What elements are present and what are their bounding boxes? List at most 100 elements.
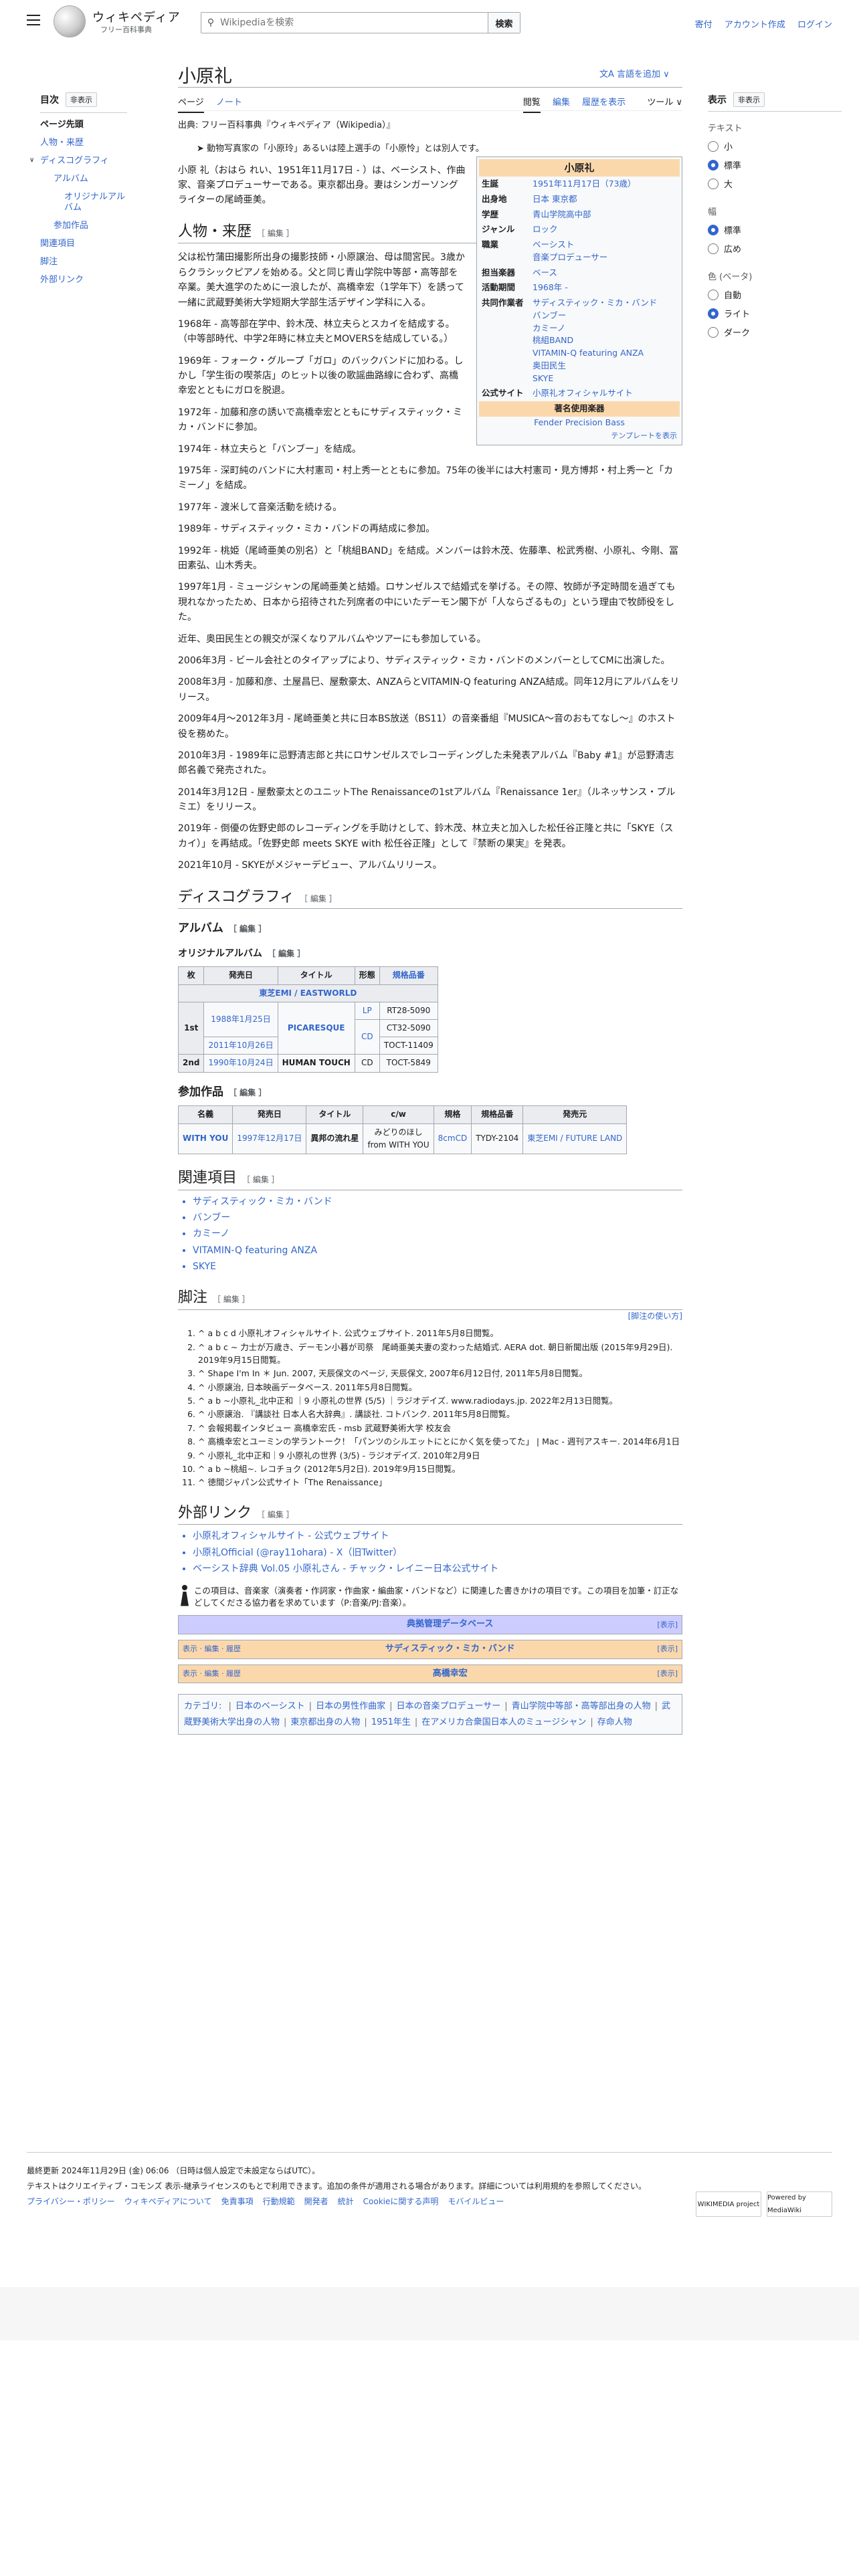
external-link[interactable]: 小原礼Official (@ray11ohara) - X（旧Twitter） bbox=[193, 1545, 682, 1560]
toc-item[interactable]: アルバム bbox=[40, 174, 127, 185]
related-link[interactable]: サディスティック・ミカ・バンド bbox=[193, 1194, 682, 1209]
infobox-value[interactable]: ロック bbox=[530, 222, 680, 237]
login-link[interactable]: ログイン bbox=[797, 20, 832, 30]
navbox-title[interactable]: 高橋幸宏 bbox=[243, 1667, 657, 1681]
tab-talk[interactable]: ノート bbox=[216, 98, 242, 108]
search-input[interactable] bbox=[220, 13, 488, 33]
language-button[interactable]: 文A 言語を追加 ∨ bbox=[599, 67, 670, 80]
category-link[interactable]: 東京都出身の人物 bbox=[290, 1717, 360, 1727]
template-link[interactable]: テンプレートを表示 bbox=[479, 429, 680, 443]
infobox-value[interactable]: 青山学院高中部 bbox=[530, 207, 680, 223]
toc-item[interactable]: オリジナルアルバム bbox=[40, 192, 127, 215]
related-link[interactable]: SKYE bbox=[193, 1259, 682, 1274]
toc-item[interactable]: 参加作品 bbox=[40, 221, 127, 232]
table-cell[interactable]: 1990年10月24日 bbox=[203, 1054, 278, 1073]
table-cell[interactable]: CD bbox=[354, 1018, 380, 1055]
radio-color-dark[interactable] bbox=[708, 326, 719, 338]
logo-title[interactable]: ウィキペディア bbox=[92, 8, 181, 25]
footer-link[interactable]: 統計 bbox=[338, 2197, 354, 2206]
create-account-link[interactable]: アカウント作成 bbox=[725, 20, 785, 30]
tab-edit[interactable]: 編集 bbox=[553, 98, 570, 108]
menu-icon[interactable] bbox=[27, 15, 40, 25]
toc-item[interactable]: 外部リンク bbox=[40, 275, 127, 286]
related-link[interactable]: VITAMIN-Q featuring ANZA bbox=[193, 1243, 682, 1258]
category-label[interactable]: カテゴリ: bbox=[184, 1701, 221, 1711]
radio-text-standard[interactable] bbox=[708, 159, 719, 171]
table-cell[interactable]: 8cmCD bbox=[433, 1123, 472, 1154]
category-link[interactable]: 日本の音楽プロデューサー bbox=[396, 1701, 500, 1711]
table-cell[interactable]: 1988年1月25日 bbox=[203, 1001, 278, 1038]
category-link[interactable]: 1951年生 bbox=[371, 1717, 411, 1727]
radio-text-large[interactable] bbox=[708, 178, 719, 189]
navbox-toggle[interactable]: [表示] bbox=[657, 1643, 678, 1655]
radio-text-small[interactable] bbox=[708, 140, 719, 152]
wikipedia-logo-icon[interactable] bbox=[54, 5, 86, 37]
toc-item[interactable]: ページ先頭 bbox=[40, 120, 127, 131]
related-link[interactable]: バンブー bbox=[193, 1210, 682, 1225]
search-button[interactable]: 検索 bbox=[488, 13, 520, 33]
tab-tools[interactable]: ツール ∨ bbox=[638, 98, 682, 108]
footer-link[interactable]: ウィキペディアについて bbox=[124, 2197, 212, 2206]
footer-link[interactable]: 開発者 bbox=[304, 2197, 328, 2206]
infobox-value[interactable]: 1968年 - bbox=[530, 280, 680, 296]
footer-link[interactable]: 免責事項 bbox=[221, 2197, 254, 2206]
infobox-instrument[interactable]: Fender Precision Bass bbox=[479, 417, 680, 429]
footer-link[interactable]: 行動規範 bbox=[263, 2197, 295, 2206]
edit-link[interactable]: ［ 編集 ］ bbox=[213, 1295, 250, 1304]
appearance-hide-button[interactable]: 非表示 bbox=[733, 92, 765, 107]
footer-link[interactable]: Cookieに関する声明 bbox=[363, 2197, 439, 2206]
external-link[interactable]: ベーシスト辞典 Vol.05 小原礼さん - チャック・レイニー日本公式サイト bbox=[193, 1562, 682, 1576]
toc-item[interactable]: 関連項目 bbox=[40, 239, 127, 250]
table-header[interactable]: 規格品番 bbox=[379, 966, 438, 985]
navbox-vte[interactable]: 表示 · 編集 · 履歴 bbox=[183, 1643, 243, 1655]
navbox-title[interactable]: サディスティック・ミカ・バンド bbox=[243, 1642, 657, 1656]
infobox-value[interactable]: 日本 東京都 bbox=[530, 192, 680, 207]
toc-hide-button[interactable]: 非表示 bbox=[66, 92, 97, 107]
footer-link[interactable]: モバイルビュー bbox=[448, 2197, 504, 2206]
edit-link[interactable]: ［ 編集 ］ bbox=[257, 229, 294, 238]
edit-link[interactable]: ［ 編集 ］ bbox=[242, 1175, 280, 1184]
category-link[interactable]: 日本の男性作曲家 bbox=[316, 1701, 385, 1711]
related-link[interactable]: カミーノ bbox=[193, 1226, 682, 1241]
tab-read[interactable]: 閲覧 bbox=[522, 98, 541, 113]
category-link[interactable]: 日本のベーシスト bbox=[235, 1701, 305, 1711]
navbox-toggle[interactable]: [表示] bbox=[657, 1619, 678, 1631]
table-cell[interactable]: WITH YOU bbox=[177, 1123, 233, 1154]
edit-link[interactable]: ［ 編集 ］ bbox=[300, 894, 337, 903]
footer-link[interactable]: プライバシー・ポリシー bbox=[27, 2197, 115, 2206]
edit-link[interactable]: ［ 編集 ］ bbox=[229, 1088, 266, 1097]
navbox-vte[interactable]: 表示 · 編集 · 履歴 bbox=[183, 1668, 243, 1680]
donate-link[interactable]: 寄付 bbox=[695, 20, 712, 30]
category-link[interactable]: 青山学院中等部・高等部出身の人物 bbox=[512, 1701, 651, 1711]
table-cell[interactable]: 東芝EMI / FUTURE LAND bbox=[522, 1123, 628, 1154]
table-cell[interactable]: LP bbox=[354, 1001, 380, 1020]
tab-history[interactable]: 履歴を表示 bbox=[582, 98, 626, 108]
infobox-value[interactable]: サディスティック・ミカ・バンド バンブー カミーノ 桃組BAND VITAMIN… bbox=[530, 296, 680, 386]
navbox-toggle[interactable]: [表示] bbox=[657, 1668, 678, 1680]
category-link[interactable]: 存命人物 bbox=[597, 1717, 632, 1727]
edit-link[interactable]: ［ 編集 ］ bbox=[268, 949, 305, 958]
radio-width-standard[interactable] bbox=[708, 224, 719, 235]
edit-link[interactable]: ［ 編集 ］ bbox=[257, 1510, 294, 1519]
table-cell[interactable]: PICARESQUE bbox=[277, 1001, 355, 1055]
mediawiki-badge[interactable]: Powered by MediaWiki bbox=[767, 2191, 832, 2217]
infobox-value[interactable]: 1951年11月17日（73歳） bbox=[530, 177, 680, 192]
infobox-value[interactable]: ベース bbox=[530, 265, 680, 281]
tab-page[interactable]: ページ bbox=[178, 98, 204, 113]
infobox-value[interactable]: 小原礼オフィシャルサイト bbox=[530, 386, 680, 401]
label-row[interactable]: 東芝EMI / EASTWORLD bbox=[178, 984, 438, 1002]
table-cell[interactable]: 2011年10月26日 bbox=[203, 1037, 278, 1055]
radio-color-auto[interactable] bbox=[708, 289, 719, 300]
category-link[interactable]: 在アメリカ合衆国日本人のミュージシャン bbox=[421, 1717, 586, 1727]
toc-item[interactable]: ∨ ディスコグラフィ bbox=[29, 156, 127, 167]
radio-color-light[interactable] bbox=[708, 308, 719, 319]
chevron-down-icon[interactable]: ∨ bbox=[29, 156, 34, 165]
notes-help-link[interactable]: [脚注の使い方] bbox=[178, 1310, 682, 1323]
edit-link[interactable]: ［ 編集 ］ bbox=[229, 924, 266, 934]
navbox-title[interactable]: 典拠管理データベース bbox=[243, 1618, 657, 1632]
table-cell[interactable]: 1997年12月17日 bbox=[232, 1123, 307, 1154]
external-link[interactable]: 小原礼オフィシャルサイト - 公式ウェブサイト bbox=[193, 1529, 682, 1543]
toc-item[interactable]: 人物・来歴 bbox=[40, 138, 127, 149]
infobox-value[interactable]: ベーシスト 音楽プロデューサー bbox=[530, 237, 680, 265]
radio-width-wide[interactable] bbox=[708, 243, 719, 254]
